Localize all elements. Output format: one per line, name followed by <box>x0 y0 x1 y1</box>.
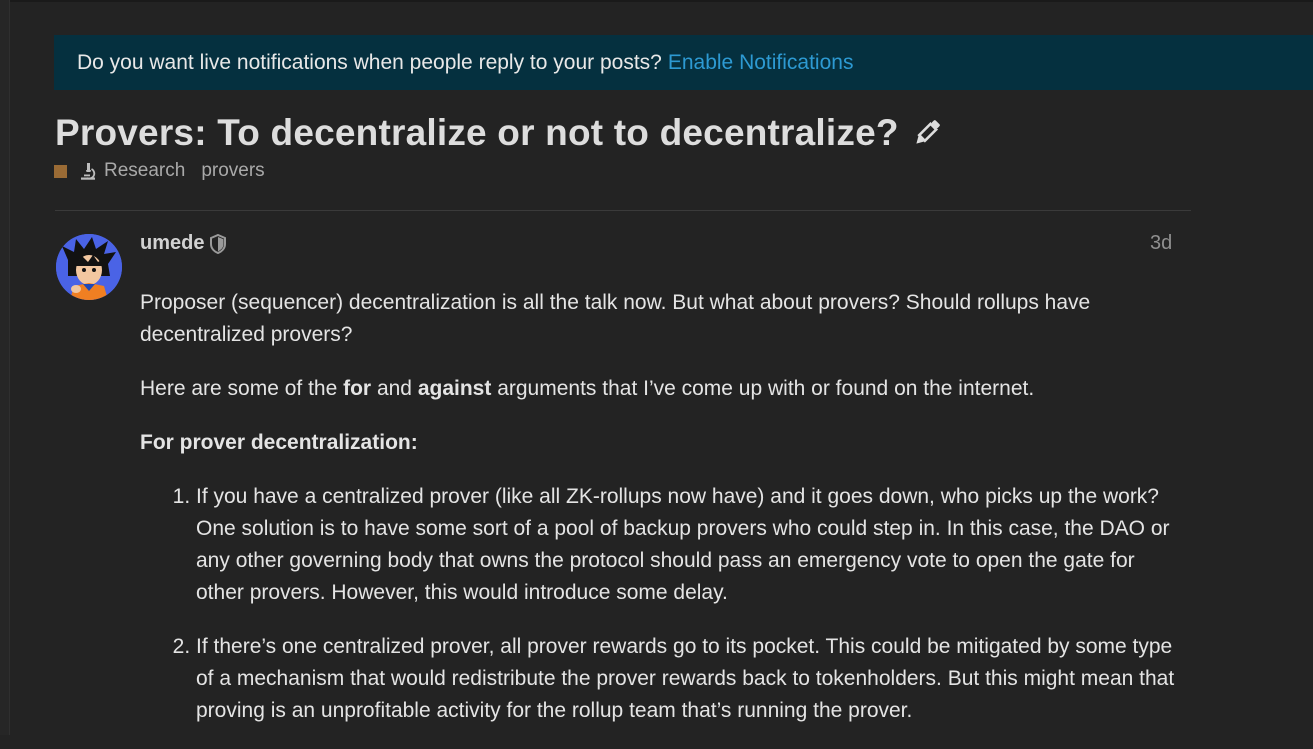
header-divider <box>55 210 1191 211</box>
topic-meta: Research provers <box>54 160 265 182</box>
section-heading: For prover decentralization: <box>140 427 1180 459</box>
category-link[interactable]: Research <box>104 160 185 182</box>
category-color-badge <box>54 164 67 178</box>
list-item: If you have a centralized prover (like a… <box>196 481 1180 609</box>
text-fragment: Here are some of the <box>140 377 344 400</box>
notification-banner: Do you want live notifications when peop… <box>54 35 1313 90</box>
left-rail <box>0 0 10 735</box>
post-date[interactable]: 3d <box>1150 232 1172 255</box>
username[interactable]: umede <box>140 232 204 255</box>
avatar[interactable] <box>56 234 122 300</box>
bold-for: for <box>343 377 372 400</box>
microscope-icon <box>78 161 98 181</box>
heading-text: For prover decentralization: <box>140 431 418 454</box>
pencil-icon[interactable] <box>911 117 943 149</box>
list-item: If there’s one centralized prover, all p… <box>196 631 1180 727</box>
banner-text: Do you want live notifications when peop… <box>77 50 662 74</box>
shield-icon <box>209 233 227 254</box>
argument-list: If you have a centralized prover (like a… <box>140 481 1180 727</box>
post-paragraph: Proposer (sequencer) decentralization is… <box>140 291 1091 346</box>
topic-title[interactable]: Provers: To decentralize or not to decen… <box>55 112 899 154</box>
window-top-edge <box>0 0 1313 2</box>
post-author[interactable]: umede <box>140 232 227 255</box>
post-body: Proposer (sequencer) decentralization is… <box>140 287 1180 749</box>
enable-notifications-link[interactable]: Enable Notifications <box>668 51 854 75</box>
bold-against: against <box>417 377 492 400</box>
tag-link[interactable]: provers <box>201 160 264 182</box>
text-fragment: arguments that I’ve come up with or foun… <box>491 377 1035 400</box>
text-fragment: and <box>371 377 418 400</box>
post-paragraph: Here are some of the for and against arg… <box>140 373 1180 405</box>
topic-title-row: Provers: To decentralize or not to decen… <box>55 112 943 154</box>
